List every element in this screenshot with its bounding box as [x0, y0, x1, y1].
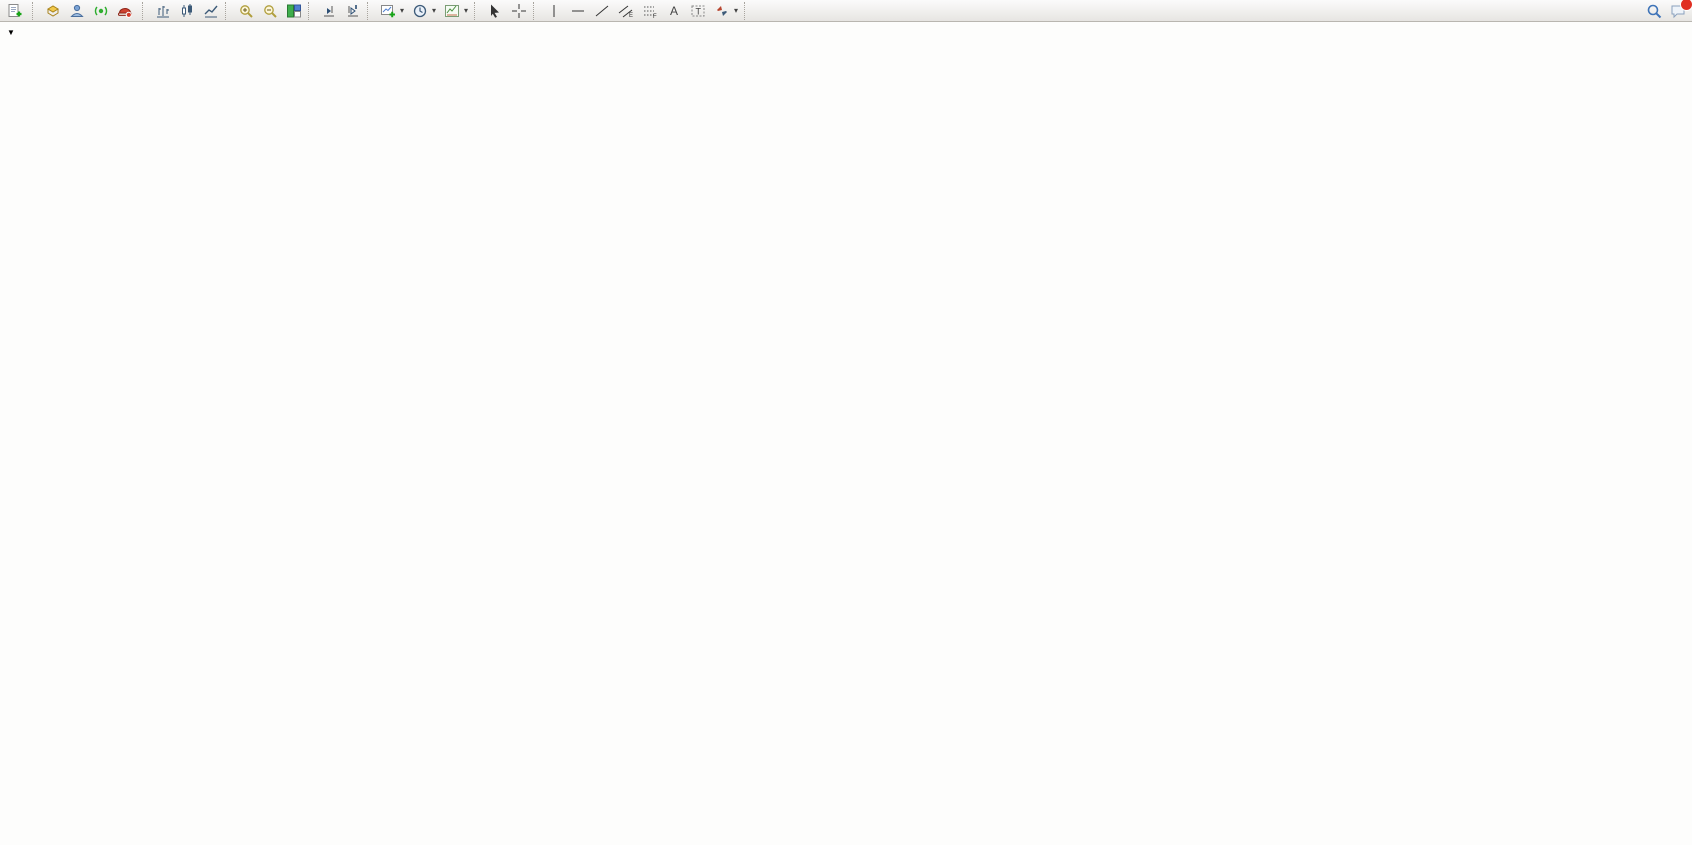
trendline-icon [594, 3, 610, 19]
cursor-tool-button[interactable] [483, 1, 507, 21]
periods-caret: ▾ [432, 6, 436, 15]
toolbar-separator [142, 2, 149, 20]
text-label-icon: T [690, 3, 706, 19]
data-window-button[interactable] [65, 1, 89, 21]
svg-text:F: F [653, 14, 657, 19]
fibonacci-tool-button[interactable]: F [638, 1, 662, 21]
notification-badge [1680, 0, 1692, 11]
zoom-out-button[interactable] [258, 1, 282, 21]
vertical-line-icon [546, 3, 562, 19]
crosshair-icon [511, 3, 527, 19]
chart-title: ▼ [7, 28, 25, 37]
toolbar-separator [474, 2, 481, 20]
horizontal-line-tool-button[interactable] [566, 1, 590, 21]
periods-clock-icon [412, 3, 428, 19]
channel-icon: E [618, 3, 634, 19]
text-label-tool-button[interactable]: T [686, 1, 710, 21]
main-toolbar: ▾ ▾ ▾ E [0, 0, 1692, 22]
toolbar-separator [225, 2, 232, 20]
toolbar-separator [308, 2, 315, 20]
market-watch-button[interactable] [41, 1, 65, 21]
cursor-icon [487, 3, 503, 19]
notifications-button[interactable] [1670, 3, 1686, 19]
zoom-in-button[interactable] [234, 1, 258, 21]
candlestick-icon [179, 3, 195, 19]
new-order-button[interactable] [3, 1, 30, 21]
zoom-out-icon [262, 3, 278, 19]
toolbar-separator [32, 2, 39, 20]
tile-windows-icon [286, 3, 302, 19]
chart-shift-button[interactable] [341, 1, 365, 21]
equidistant-channel-tool-button[interactable]: E [614, 1, 638, 21]
one-click-dropdown-icon[interactable]: ▼ [7, 28, 15, 37]
autotrading-button[interactable] [113, 1, 140, 21]
line-chart-mode-button[interactable] [199, 1, 223, 21]
indicators-caret: ▾ [400, 6, 404, 15]
templates-button[interactable]: ▾ [440, 1, 472, 21]
text-icon: A [666, 3, 682, 19]
tile-windows-button[interactable] [282, 1, 306, 21]
trendline-tool-button[interactable] [590, 1, 614, 21]
horizontal-line-icon [570, 3, 586, 19]
candlestick-mode-button[interactable] [175, 1, 199, 21]
auto-scroll-icon [321, 3, 337, 19]
navigator-button[interactable] [89, 1, 113, 21]
text-tool-button[interactable]: A [662, 1, 686, 21]
arrows-icon [714, 3, 730, 19]
templates-caret: ▾ [464, 6, 468, 15]
autotrading-icon [117, 3, 133, 19]
data-window-icon [69, 3, 85, 19]
periods-button[interactable]: ▾ [408, 1, 440, 21]
auto-scroll-button[interactable] [317, 1, 341, 21]
templates-icon [444, 3, 460, 19]
search-icon[interactable] [1646, 3, 1662, 19]
zoom-in-icon [238, 3, 254, 19]
line-chart-icon [203, 3, 219, 19]
svg-text:E: E [629, 13, 633, 19]
market-watch-icon [45, 3, 61, 19]
vertical-line-tool-button[interactable] [542, 1, 566, 21]
chart-window: ▼ [0, 22, 1692, 845]
svg-text:T: T [696, 6, 702, 16]
indicators-button[interactable]: ▾ [376, 1, 408, 21]
indicators-icon [380, 3, 396, 19]
toolbar-separator [744, 2, 751, 20]
chart-canvas[interactable] [0, 22, 1692, 845]
crosshair-tool-button[interactable] [507, 1, 531, 21]
new-order-icon [7, 3, 23, 19]
fibonacci-icon: F [642, 3, 658, 19]
toolbar-separator [367, 2, 374, 20]
bar-chart-icon [155, 3, 171, 19]
arrows-caret: ▾ [734, 6, 738, 15]
svg-text:A: A [670, 4, 678, 18]
bar-chart-mode-button[interactable] [151, 1, 175, 21]
navigator-icon [93, 3, 109, 19]
arrows-tool-button[interactable]: ▾ [710, 1, 742, 21]
toolbar-separator [533, 2, 540, 20]
chart-shift-icon [345, 3, 361, 19]
